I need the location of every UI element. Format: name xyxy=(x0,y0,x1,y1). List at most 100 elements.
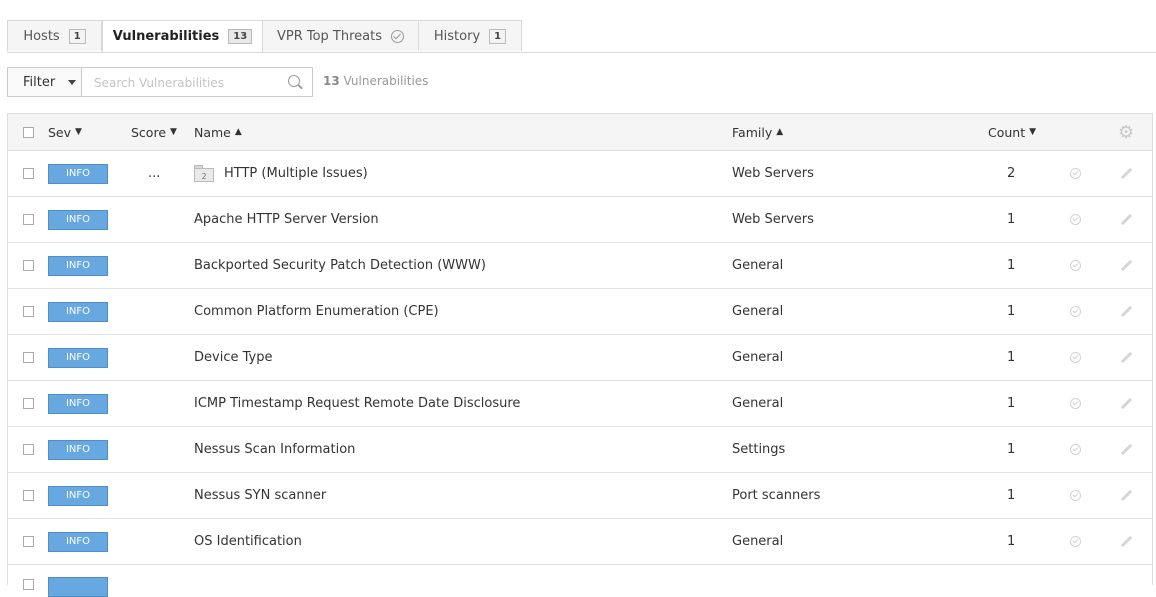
pencil-icon[interactable] xyxy=(1120,213,1133,226)
filter-button[interactable]: Filter xyxy=(7,67,82,97)
select-all-checkbox[interactable] xyxy=(23,126,34,138)
pencil-icon[interactable] xyxy=(1120,167,1133,180)
count-value: 1 xyxy=(1007,212,1016,227)
tab-vulnerabilities[interactable]: Vulnerabilities 13 xyxy=(102,20,263,52)
row-checkbox[interactable] xyxy=(23,168,34,179)
search-input[interactable] xyxy=(92,69,286,97)
family-value: General xyxy=(732,396,784,411)
table-row[interactable]: INFO Nessus Scan Information Settings 1 xyxy=(8,427,1152,473)
row-checkbox[interactable] xyxy=(23,444,34,455)
row-checkbox[interactable] xyxy=(23,306,34,317)
tab-vulnerabilities-label: Vulnerabilities xyxy=(112,29,220,44)
vulnerabilities-table: Sev ▼ Score ▼ Name ▲ Family ▲ Count ▼ ⚙ INFO … xyxy=(7,113,1153,597)
vulnerability-name: OS Identification xyxy=(194,534,302,549)
table-row[interactable]: INFO OS Identification General 1 xyxy=(8,519,1152,565)
row-checkbox[interactable] xyxy=(23,490,34,501)
tab-hosts[interactable]: Hosts 1 xyxy=(7,20,102,51)
check-circle-icon[interactable] xyxy=(1070,168,1081,179)
row-checkbox[interactable] xyxy=(23,398,34,409)
severity-badge: INFO xyxy=(48,255,108,276)
check-circle-icon[interactable] xyxy=(1070,536,1081,547)
count-column-header[interactable]: Count ▼ xyxy=(988,114,1036,150)
check-circle-icon[interactable] xyxy=(1070,260,1081,271)
severity-badge: INFO xyxy=(48,301,108,322)
check-circle-icon[interactable] xyxy=(1070,352,1081,363)
filter-label: Filter xyxy=(23,74,56,90)
score-column-header[interactable]: Score ▼ xyxy=(131,114,177,150)
tab-history[interactable]: History 1 xyxy=(418,20,522,51)
vulnerability-name: Common Platform Enumeration (CPE) xyxy=(194,304,439,319)
count-value: 1 xyxy=(1007,534,1016,549)
family-value: General xyxy=(732,304,784,319)
tab-vpr-top-threats[interactable]: VPR Top Threats xyxy=(262,20,419,51)
result-count-label: Vulnerabilities xyxy=(343,74,429,88)
table-row[interactable]: INFO ... 2 HTTP (Multiple Issues) Web Se… xyxy=(8,151,1152,197)
vulnerability-name: Nessus Scan Information xyxy=(194,442,356,457)
table-row[interactable]: INFO Nessus SYN scanner Port scanners 1 xyxy=(8,473,1152,519)
family-value: Web Servers xyxy=(732,212,814,227)
vulnerability-name: Backported Security Patch Detection (WWW… xyxy=(194,258,486,273)
gear-icon[interactable]: ⚙ xyxy=(1118,122,1134,143)
check-circle-icon[interactable] xyxy=(1070,214,1081,225)
table-row[interactable]: INFO Common Platform Enumeration (CPE) G… xyxy=(8,289,1152,335)
vulnerability-name: Device Type xyxy=(194,350,273,365)
vulnerability-name: Nessus SYN scanner xyxy=(194,488,327,503)
row-checkbox[interactable] xyxy=(23,536,34,547)
result-count-number: 13 xyxy=(323,74,340,88)
name-header-label: Name xyxy=(194,124,231,140)
table-row[interactable]: INFO Apache HTTP Server Version Web Serv… xyxy=(8,197,1152,243)
count-value: 1 xyxy=(1007,350,1016,365)
vulnerability-name: Apache HTTP Server Version xyxy=(194,212,379,227)
result-count: 13 Vulnerabilities xyxy=(323,74,428,88)
check-circle-icon[interactable] xyxy=(1070,306,1081,317)
count-value: 1 xyxy=(1007,442,1016,457)
family-value: Port scanners xyxy=(732,488,821,503)
check-circle-icon[interactable] xyxy=(1070,444,1081,455)
name-column-header[interactable]: Name ▲ xyxy=(194,114,242,150)
table-row-partial[interactable] xyxy=(8,565,1152,597)
sev-column-header[interactable]: Sev ▼ xyxy=(48,114,82,150)
table-header: Sev ▼ Score ▼ Name ▲ Family ▲ Count ▼ ⚙ xyxy=(8,114,1152,151)
tab-bar: Hosts 1 Vulnerabilities 13 VPR Top Threa… xyxy=(7,20,1156,53)
table-row[interactable]: INFO ICMP Timestamp Request Remote Date … xyxy=(8,381,1152,427)
table-row[interactable]: INFO Device Type General 1 xyxy=(8,335,1152,381)
severity-badge: INFO xyxy=(48,347,108,368)
count-value: 1 xyxy=(1007,396,1016,411)
pencil-icon[interactable] xyxy=(1120,397,1133,410)
family-column-header[interactable]: Family ▲ xyxy=(732,114,783,150)
count-value: 1 xyxy=(1007,488,1016,503)
group-count: 2 xyxy=(194,168,214,182)
tab-vulnerabilities-badge: 13 xyxy=(228,29,253,44)
score-value: ... xyxy=(148,166,161,181)
family-value: General xyxy=(732,258,784,273)
row-checkbox[interactable] xyxy=(23,260,34,271)
tab-hosts-badge: 1 xyxy=(68,28,86,44)
pencil-icon[interactable] xyxy=(1120,535,1133,548)
family-value: Web Servers xyxy=(732,166,814,181)
sort-desc-icon: ▼ xyxy=(1029,127,1037,137)
tab-hosts-label: Hosts xyxy=(23,28,60,44)
pencil-icon[interactable] xyxy=(1120,443,1133,456)
sort-desc-icon: ▼ xyxy=(75,127,82,137)
family-header-label: Family xyxy=(732,124,773,140)
count-value: 2 xyxy=(1007,166,1016,181)
check-circle-icon[interactable] xyxy=(1070,490,1081,501)
caret-down-icon xyxy=(68,79,77,85)
row-checkbox[interactable] xyxy=(23,214,34,225)
pencil-icon[interactable] xyxy=(1120,489,1133,502)
pencil-icon[interactable] xyxy=(1120,351,1133,364)
severity-badge: INFO xyxy=(48,163,108,184)
check-circle-icon[interactable] xyxy=(1070,398,1081,409)
pencil-icon[interactable] xyxy=(1120,305,1133,318)
row-checkbox[interactable] xyxy=(23,352,34,363)
severity-badge xyxy=(48,577,108,597)
sort-desc-icon: ▼ xyxy=(170,127,177,137)
family-value: Settings xyxy=(732,442,786,457)
table-row[interactable]: INFO Backported Security Patch Detection… xyxy=(8,243,1152,289)
pencil-icon[interactable] xyxy=(1120,259,1133,272)
folder-icon: 2 xyxy=(194,165,214,182)
severity-badge: INFO xyxy=(48,531,108,552)
severity-badge: INFO xyxy=(48,209,108,230)
family-value: General xyxy=(732,534,784,549)
search-icon[interactable] xyxy=(288,75,300,87)
